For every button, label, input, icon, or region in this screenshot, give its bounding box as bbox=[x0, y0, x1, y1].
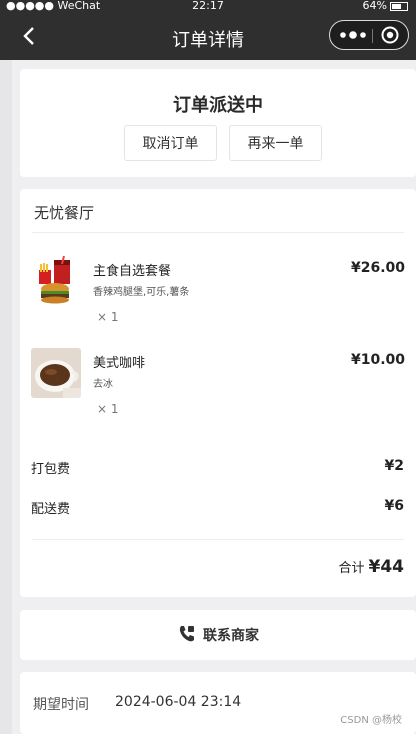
capsule-divider bbox=[372, 29, 373, 43]
order-item: 主食自选套餐 香辣鸡腿堡,可乐,薯条 × 1 ¥26.00 bbox=[20, 256, 416, 346]
watermark: CSDN @杨校 bbox=[340, 715, 402, 726]
item-desc: 香辣鸡腿堡,可乐,薯条 bbox=[93, 287, 190, 298]
more-dots-icon[interactable] bbox=[338, 27, 368, 43]
expected-time-value: 2024-06-04 23:14 bbox=[115, 694, 242, 710]
battery-icon bbox=[390, 1, 408, 11]
order-status-card: 订单派送中 取消订单 再来一单 bbox=[20, 69, 416, 177]
packing-fee-row: 打包费 ¥2 bbox=[31, 458, 404, 478]
divider bbox=[32, 232, 404, 233]
left-edge bbox=[0, 60, 12, 734]
expected-time-label: 期望时间 bbox=[33, 697, 89, 713]
total-label: 合计 bbox=[338, 561, 365, 576]
burger-combo-image bbox=[31, 256, 81, 306]
status-bar: ●●●●● WeChat 22:17 64% bbox=[0, 0, 416, 14]
order-detail-card: 无忧餐厅 主食自选套餐 香辣鸡腿堡,可乐,薯条 × 1 ¥26.00 美式咖啡 … bbox=[20, 189, 416, 597]
divider bbox=[32, 539, 404, 540]
item-price: ¥10.00 bbox=[350, 352, 405, 368]
cancel-order-button[interactable]: 取消订单 bbox=[124, 125, 217, 161]
item-qty: × 1 bbox=[97, 310, 119, 324]
target-close-icon[interactable] bbox=[381, 26, 399, 44]
battery-status: 64% bbox=[363, 0, 408, 12]
packing-fee-label: 打包费 bbox=[31, 462, 71, 477]
item-desc: 去冰 bbox=[93, 379, 113, 390]
item-price: ¥26.00 bbox=[350, 260, 405, 276]
battery-percent: 64% bbox=[362, 0, 387, 12]
packing-fee-value: ¥2 bbox=[384, 458, 404, 474]
total-value: ¥44 bbox=[368, 557, 405, 577]
miniprogram-capsule bbox=[329, 20, 409, 50]
contact-label: 联系商家 bbox=[203, 628, 259, 644]
delivery-fee-label: 配送费 bbox=[31, 502, 71, 517]
order-status-title: 订单派送中 bbox=[173, 95, 263, 116]
nav-bar: 订单详情 bbox=[0, 14, 416, 60]
delivery-fee-row: 配送费 ¥6 bbox=[31, 498, 404, 518]
delivery-fee-value: ¥6 bbox=[384, 498, 404, 514]
item-name: 主食自选套餐 bbox=[93, 264, 172, 279]
item-qty: × 1 bbox=[97, 402, 119, 416]
phone-icon bbox=[179, 626, 194, 642]
reorder-button[interactable]: 再来一单 bbox=[229, 125, 322, 161]
contact-merchant-button[interactable]: 联系商家 bbox=[20, 610, 416, 660]
status-time: 22:17 bbox=[192, 0, 224, 12]
contact-merchant[interactable]: 联系商家 bbox=[20, 624, 416, 645]
order-item: 美式咖啡 去冰 × 1 ¥10.00 bbox=[20, 348, 416, 438]
shop-name: 无忧餐厅 bbox=[34, 204, 95, 222]
total-row: 合计 ¥44 bbox=[338, 557, 404, 577]
coffee-cup-image bbox=[31, 348, 81, 398]
item-name: 美式咖啡 bbox=[93, 356, 146, 371]
